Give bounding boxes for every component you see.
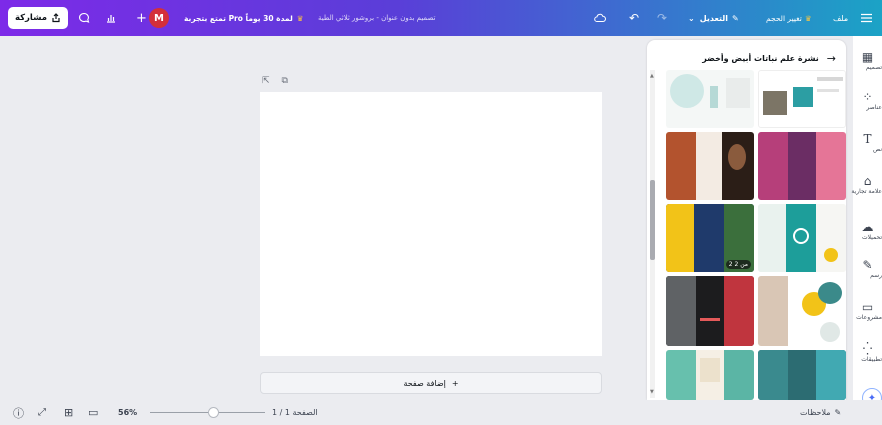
sidebar-item-draw[interactable]: ✎ رسم xyxy=(853,258,882,280)
scrollbar-thumb[interactable] xyxy=(650,180,655,260)
sidebar-item-design[interactable]: ▦ تصميم xyxy=(853,50,882,72)
sidebar-item-label: رسم xyxy=(870,272,882,279)
add-collaborator-icon[interactable]: + xyxy=(136,0,147,36)
zoom-slider-handle[interactable] xyxy=(208,407,219,418)
page-indicator[interactable]: الصفحة 1 / 1 xyxy=(272,400,318,425)
upload-icon: ☁ xyxy=(861,220,874,234)
layout-icon: ▦ xyxy=(861,50,874,64)
edit-label: التعديل xyxy=(699,13,728,23)
template-thumbnail[interactable] xyxy=(666,276,754,346)
panel-title: نشرة علم نباتات أبيض وأخضر xyxy=(702,53,819,63)
edit-mode-dropdown[interactable]: ⌄ التعديل ✎ xyxy=(688,0,739,36)
sidebar-item-label: مشروعات xyxy=(856,314,882,321)
sidebar-item-label: نص xyxy=(872,146,882,153)
sidebar-item-uploads[interactable]: ☁ تحميلات xyxy=(853,220,882,242)
undo-icon[interactable]: ↶ xyxy=(629,0,639,36)
add-page-button[interactable]: إضافة صفحة + xyxy=(260,372,602,394)
template-thumbnail[interactable] xyxy=(666,132,754,200)
sidebar-item-projects[interactable]: ▭ مشروعات xyxy=(853,300,882,322)
top-bar xyxy=(0,0,882,36)
sidebar-item-label: تصميم xyxy=(865,64,882,71)
sidebar-item-label: علامة تجارية xyxy=(851,188,882,195)
help-icon[interactable]: ⓘ xyxy=(13,400,24,425)
sidebar-item-label: تحميلات xyxy=(861,234,882,241)
grid-view-icon[interactable]: ⊞ xyxy=(64,400,73,425)
zoom-level[interactable]: 56% xyxy=(118,400,137,425)
template-thumbnail[interactable] xyxy=(758,204,846,272)
back-arrow-icon[interactable]: → xyxy=(827,52,836,65)
add-title-icon[interactable]: ⇱ xyxy=(262,76,270,86)
sidebar: ▦ تصميم ⁘ عناصر T نص ⌂ علامة تجارية ☁ تح… xyxy=(851,36,882,425)
cloud-save-icon xyxy=(594,0,606,36)
text-icon: T xyxy=(863,132,872,146)
chevron-down-icon: ⌄ xyxy=(688,13,695,23)
folder-icon: ▭ xyxy=(861,300,874,314)
resize-button[interactable]: تغيير الحجم ♛ xyxy=(766,0,812,36)
comment-icon[interactable] xyxy=(78,0,90,36)
page-count-badge: 2 من 2 xyxy=(725,260,751,269)
crown-icon: ♛ xyxy=(804,13,812,23)
panel-header: نشرة علم نباتات أبيض وأخضر → xyxy=(647,48,846,68)
resize-label: تغيير الحجم xyxy=(766,13,802,23)
template-thumbnail[interactable] xyxy=(666,70,754,128)
plus-icon: + xyxy=(451,378,459,388)
sidebar-item-elements[interactable]: ⁘ عناصر xyxy=(853,90,882,112)
page-view-icon[interactable]: ▭ xyxy=(88,400,98,425)
pencil-icon: ✎ xyxy=(732,13,739,23)
share-label: مشاركة xyxy=(14,13,48,23)
elements-icon: ⁘ xyxy=(862,90,873,104)
share-icon xyxy=(51,13,61,23)
template-thumbnail[interactable] xyxy=(758,276,846,346)
sidebar-item-brand[interactable]: ⌂ علامة تجارية xyxy=(851,174,882,196)
file-menu[interactable]: ملف xyxy=(833,0,848,36)
menu-icon[interactable] xyxy=(861,0,872,36)
sidebar-item-text[interactable]: T نص xyxy=(853,132,882,154)
draw-icon: ✎ xyxy=(862,258,873,272)
sidebar-item-label: تطبيقات xyxy=(861,356,882,363)
redo-icon[interactable]: ↷ xyxy=(657,0,667,36)
scroll-down-arrow-icon[interactable]: ▼ xyxy=(650,389,654,395)
add-page-label: إضافة صفحة xyxy=(403,378,446,388)
scroll-up-arrow-icon[interactable]: ▲ xyxy=(650,73,654,79)
fullscreen-icon[interactable]: ⤢ xyxy=(38,400,46,425)
crown-icon: ♛ xyxy=(296,13,304,23)
notes-button[interactable]: ملاحظات ✎ xyxy=(800,400,841,425)
template-thumbnail[interactable] xyxy=(758,132,846,200)
sidebar-item-apps[interactable]: ⁛ تطبيقات xyxy=(853,342,882,364)
template-thumbnail[interactable]: 2 من 2 xyxy=(666,204,754,272)
design-page[interactable] xyxy=(260,92,602,356)
template-thumbnail[interactable] xyxy=(758,350,846,400)
templates-panel: نشرة علم نباتات أبيض وأخضر → ▲ ▼ 2 من 2 xyxy=(647,40,846,400)
pro-trial-link[interactable]: تمتع بتجربة Pro لمدة 30 يوماً ♛ xyxy=(184,0,304,36)
share-button[interactable]: مشاركة xyxy=(8,7,68,29)
avatar[interactable]: M xyxy=(149,8,169,28)
duplicate-page-icon[interactable]: ⧉ xyxy=(282,76,288,86)
notes-icon: ✎ xyxy=(834,408,842,417)
design-title[interactable]: تصميم بدون عنوان - بروشور ثلاثي الطية xyxy=(318,0,436,36)
pro-trial-label: تمتع بتجربة Pro لمدة 30 يوماً xyxy=(184,13,293,23)
apps-icon: ⁛ xyxy=(862,342,873,356)
sidebar-item-label: عناصر xyxy=(866,104,882,111)
brand-icon: ⌂ xyxy=(863,174,872,188)
page-tools: ⇱ ⧉ xyxy=(262,76,288,86)
analytics-icon[interactable] xyxy=(105,0,117,36)
template-thumbnail[interactable] xyxy=(666,350,754,400)
notes-label: ملاحظات xyxy=(800,408,831,417)
template-thumbnail[interactable] xyxy=(758,70,846,128)
